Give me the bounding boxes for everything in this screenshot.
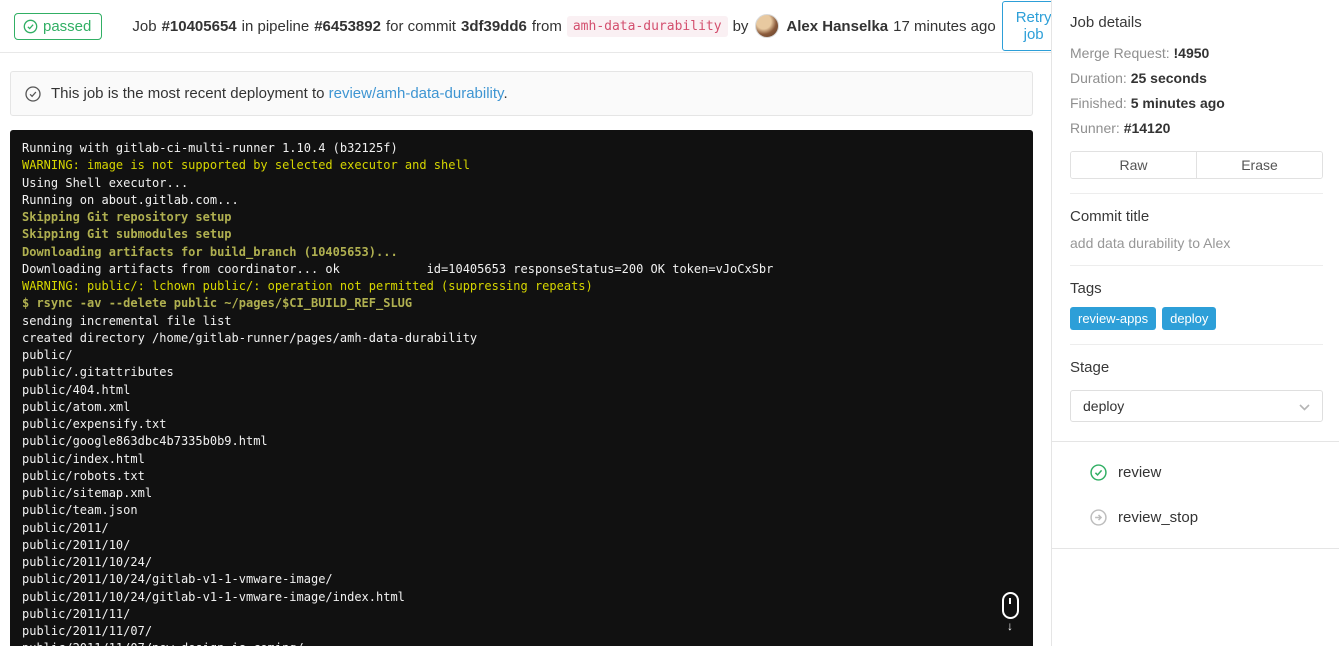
tags-heading: Tags xyxy=(1070,280,1102,297)
finished-value: 5 minutes ago xyxy=(1130,95,1225,111)
log-line: created directory /home/gitlab-runner/pa… xyxy=(22,330,478,345)
main-column: passed Job #10405654 in pipeline #645389… xyxy=(0,0,1066,646)
log-line: public/.gitattributes xyxy=(22,365,174,380)
merge-request-link[interactable]: !4950 xyxy=(1174,45,1210,61)
in-pipeline-word: in pipeline xyxy=(241,17,310,35)
job-row-review[interactable]: review xyxy=(1052,450,1339,495)
log-line: public/2011/ xyxy=(22,520,109,535)
pipeline-number-link[interactable]: #6453892 xyxy=(314,18,381,35)
duration-row: Duration: 25 seconds xyxy=(1070,66,1323,91)
notice-text-main: This job is the most recent deployment t… xyxy=(51,85,325,102)
job-details-title: Job details xyxy=(1070,14,1142,31)
status-label: passed xyxy=(43,17,92,35)
environment-link[interactable]: review/amh-data-durability xyxy=(329,85,504,102)
check-circle-icon xyxy=(25,85,41,102)
check-circle-icon xyxy=(23,19,38,33)
from-word: from xyxy=(531,17,562,35)
job-name: review xyxy=(1118,464,1162,481)
stage-heading: Stage xyxy=(1070,359,1110,376)
log-line: public/2011/10/ xyxy=(22,537,131,552)
stage-selected-value: deploy xyxy=(1083,398,1125,414)
merge-request-label: Merge Request: xyxy=(1070,45,1170,61)
stage-dropdown[interactable]: deploy xyxy=(1070,390,1323,422)
commit-title-text: add data durability to Alex xyxy=(1070,235,1231,251)
duration-value: 25 seconds xyxy=(1130,70,1207,86)
commit-title-heading: Commit title xyxy=(1070,208,1150,225)
log-line: public/atom.xml xyxy=(22,399,131,414)
time-ago: 17 minutes ago xyxy=(893,17,996,35)
mouse-scroll-icon xyxy=(1001,592,1019,619)
deployment-notice: This job is the most recent deployment t… xyxy=(10,71,1033,116)
log-line: public/404.html xyxy=(22,382,131,397)
job-word: Job xyxy=(132,17,157,35)
tag-badge: deploy xyxy=(1162,307,1217,330)
job-sidebar: Job details Merge Request: !4950 Duratio… xyxy=(1051,0,1339,646)
stage-section: Stage deploy xyxy=(1052,345,1339,441)
notice-suffix: . xyxy=(503,85,508,102)
tag-badge: review-apps xyxy=(1070,307,1157,330)
runner-value: #14120 xyxy=(1123,120,1171,136)
log-line: WARNING: public/: lchown public/: operat… xyxy=(22,279,593,293)
job-header: passed Job #10405654 in pipeline #645389… xyxy=(0,0,1066,53)
log-line: Downloading artifacts for build_branch (… xyxy=(22,244,398,259)
commit-sha-link[interactable]: 3df39dd6 xyxy=(461,18,527,35)
runner-row: Runner: #14120 xyxy=(1070,116,1323,141)
job-details-section: Job details Merge Request: !4950 Duratio… xyxy=(1052,0,1339,193)
log-actions: Raw Erase xyxy=(1070,151,1323,179)
log-line: Skipping Git submodules setup xyxy=(22,227,232,242)
stage-jobs-list: review review_stop xyxy=(1052,441,1339,549)
commit-title-section: Commit title add data durability to Alex xyxy=(1052,194,1339,265)
log-line: public/google863dbc4b7335b0b9.html xyxy=(22,434,268,449)
author-avatar[interactable] xyxy=(755,14,780,38)
log-line: sending incremental file list xyxy=(22,313,232,328)
finished-label: Finished: xyxy=(1070,95,1127,111)
tags-section: Tags review-apps deploy xyxy=(1052,266,1339,344)
log-line: public/expensify.txt xyxy=(22,417,167,431)
finished-row: Finished: 5 minutes ago xyxy=(1070,91,1323,116)
runner-label: Runner: xyxy=(1070,120,1120,136)
job-row-review-stop[interactable]: review_stop xyxy=(1052,495,1339,540)
raw-button[interactable]: Raw xyxy=(1071,152,1197,178)
job-title: Job #10405654 in pipeline #6453892 for c… xyxy=(132,14,996,38)
branch-link[interactable]: amh-data-durability xyxy=(566,15,728,37)
status-passed-icon xyxy=(1090,464,1107,481)
log-line: Using Shell executor... xyxy=(22,175,189,190)
log-line: public/sitemap.xml xyxy=(22,486,153,500)
status-badge[interactable]: passed xyxy=(14,12,103,40)
job-page: passed Job #10405654 in pipeline #645389… xyxy=(0,0,1339,646)
erase-button[interactable]: Erase xyxy=(1197,152,1322,178)
log-line: public/2011/10/24/ xyxy=(22,555,153,569)
by-word: by xyxy=(732,17,749,35)
chevron-down-icon xyxy=(1299,398,1310,414)
log-line: public/team.json xyxy=(22,503,138,518)
log-container: Running with gitlab-ci-multi-runner 1.10… xyxy=(10,130,1033,646)
status-manual-icon xyxy=(1090,509,1107,526)
log-line: Skipping Git repository setup xyxy=(22,210,232,224)
log-line: public/2011/10/24/gitlab-v1-1-vmware-ima… xyxy=(22,589,405,604)
log-line: public/2011/11/ xyxy=(22,606,131,621)
log-line: $ rsync -av --delete public ~/pages/$CI_… xyxy=(22,296,413,311)
tags-list: review-apps deploy xyxy=(1070,307,1323,330)
log-line: Running on about.gitlab.com... xyxy=(22,192,239,207)
merge-request-row: Merge Request: !4950 xyxy=(1070,41,1323,66)
log-line: public/2011/10/24/gitlab-v1-1-vmware-ima… xyxy=(22,572,333,587)
log-line: Downloading artifacts from coordinator..… xyxy=(22,261,774,276)
log-line: public/ xyxy=(22,348,73,362)
log-line: WARNING: image is not supported by selec… xyxy=(22,158,470,173)
log-line: public/2011/11/07/ xyxy=(22,624,153,638)
job-log: Running with gitlab-ci-multi-runner 1.10… xyxy=(10,130,1033,646)
log-line: public/index.html xyxy=(22,451,145,466)
for-commit-word: for commit xyxy=(385,17,456,35)
duration-label: Duration: xyxy=(1070,70,1127,86)
scroll-down-control[interactable]: ↓ xyxy=(999,592,1021,633)
log-line: Running with gitlab-ci-multi-runner 1.10… xyxy=(22,141,398,155)
job-name: review_stop xyxy=(1118,509,1199,526)
log-line: public/robots.txt xyxy=(22,468,145,483)
notice-text: This job is the most recent deployment t… xyxy=(51,85,508,102)
arrow-down-icon: ↓ xyxy=(1007,619,1013,633)
author-name-link[interactable]: Alex Hanselka xyxy=(786,18,888,35)
log-line: public/2011/11/07/new-design-is-coming/ xyxy=(22,641,304,646)
job-number: #10405654 xyxy=(161,17,237,35)
